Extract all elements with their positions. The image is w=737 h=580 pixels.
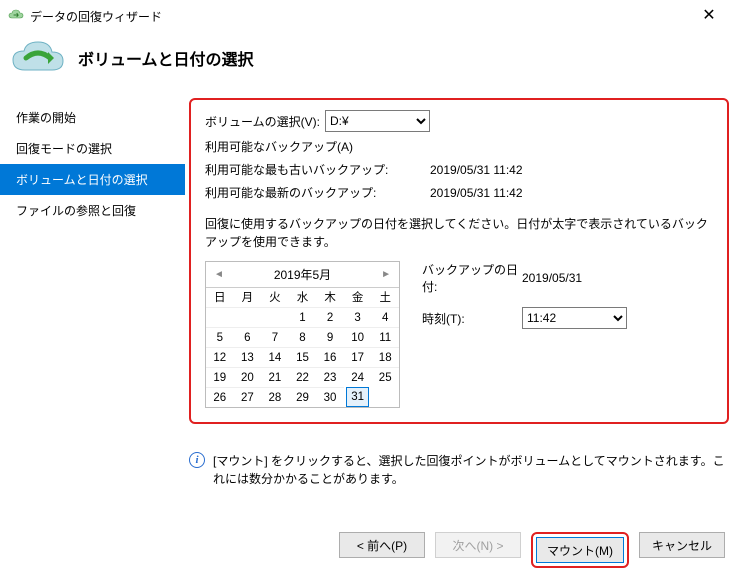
calendar-day[interactable]: 6 (234, 327, 262, 347)
calendar-day[interactable]: 13 (234, 347, 262, 367)
calendar-day[interactable]: 28 (261, 387, 289, 407)
highlighted-section: ボリュームの選択(V): D:¥ 利用可能なバックアップ(A) 利用可能な最も古… (189, 98, 729, 424)
backup-date-label: バックアップの日付: (422, 261, 522, 295)
calendar-day[interactable]: 31 (346, 387, 370, 407)
calendar-day[interactable]: 20 (234, 367, 262, 387)
calendar-day[interactable]: 16 (316, 347, 344, 367)
info-panel: i [マウント] をクリックすると、選択した回復ポイントがボリュームとしてマウン… (189, 452, 729, 488)
sidebar-item-start[interactable]: 作業の開始 (0, 102, 185, 133)
cancel-button[interactable]: キャンセル (639, 532, 725, 558)
sidebar-item-volume-date[interactable]: ボリュームと日付の選択 (0, 164, 185, 195)
oldest-backup-value: 2019/05/31 11:42 (430, 163, 523, 177)
titlebar: データの回復ウィザード ✕ (0, 0, 737, 30)
newest-backup-label: 利用可能な最新のバックアップ: (205, 184, 430, 201)
mount-button[interactable]: マウント(M) (536, 537, 624, 563)
cloud-recovery-icon (10, 38, 66, 78)
time-label: 時刻(T): (422, 310, 522, 327)
calendar-day[interactable]: 29 (289, 387, 317, 407)
calendar-prev-icon[interactable]: ◄ (214, 269, 224, 280)
wizard-buttons: < 前へ(P) 次へ(N) > マウント(M) キャンセル (339, 532, 725, 568)
calendar-day[interactable]: 1 (289, 307, 317, 327)
sidebar-item-files[interactable]: ファイルの参照と回復 (0, 195, 185, 226)
calendar-day[interactable]: 25 (371, 367, 399, 387)
newest-backup-value: 2019/05/31 11:42 (430, 186, 523, 200)
calendar-day[interactable]: 24 (344, 367, 372, 387)
calendar-dow: 金 (344, 287, 372, 307)
calendar-day[interactable]: 26 (206, 387, 234, 407)
calendar-day[interactable]: 21 (261, 367, 289, 387)
calendar-day[interactable]: 18 (371, 347, 399, 367)
calendar-dow: 日 (206, 287, 234, 307)
calendar-dow: 土 (371, 287, 399, 307)
calendar-dow: 木 (316, 287, 344, 307)
calendar-day[interactable]: 4 (371, 307, 399, 327)
calendar-day[interactable]: 23 (316, 367, 344, 387)
sidebar-item-mode[interactable]: 回復モードの選択 (0, 133, 185, 164)
calendar-day[interactable]: 7 (261, 327, 289, 347)
available-backup-label: 利用可能なバックアップ(A) (205, 138, 353, 155)
calendar-day[interactable]: 27 (234, 387, 262, 407)
info-icon: i (189, 452, 205, 468)
next-button: 次へ(N) > (435, 532, 521, 558)
calendar-day[interactable]: 10 (344, 327, 372, 347)
calendar-widget: ◄ 2019年5月 ► 日月火水木金土123456789101112131415… (205, 261, 400, 408)
info-text: [マウント] をクリックすると、選択した回復ポイントがボリュームとしてマウントさ… (213, 452, 729, 488)
calendar-dow: 月 (234, 287, 262, 307)
calendar-month-label: 2019年5月 (224, 266, 381, 283)
window-title: データの回復ウィザード (30, 8, 689, 25)
wizard-main: ボリュームの選択(V): D:¥ 利用可能なバックアップ(A) 利用可能な最も古… (185, 94, 737, 580)
wizard-header: ボリュームと日付の選択 (0, 30, 737, 94)
volume-select[interactable]: D:¥ (325, 110, 430, 132)
calendar-dow: 火 (261, 287, 289, 307)
calendar-day[interactable]: 3 (344, 307, 372, 327)
backup-date-value: 2019/05/31 (522, 271, 582, 285)
calendar-day[interactable]: 15 (289, 347, 317, 367)
back-button[interactable]: < 前へ(P) (339, 532, 425, 558)
calendar-day[interactable]: 2 (316, 307, 344, 327)
calendar-day[interactable]: 9 (316, 327, 344, 347)
volume-label: ボリュームの選択(V): (205, 113, 325, 130)
calendar-day[interactable]: 11 (371, 327, 399, 347)
close-icon[interactable]: ✕ (689, 8, 729, 24)
calendar-day[interactable]: 5 (206, 327, 234, 347)
calendar-day[interactable]: 30 (316, 387, 344, 407)
wizard-sidebar: 作業の開始 回復モードの選択 ボリュームと日付の選択 ファイルの参照と回復 (0, 94, 185, 580)
calendar-day[interactable]: 22 (289, 367, 317, 387)
calendar-next-icon[interactable]: ► (381, 269, 391, 280)
instruction-text: 回復に使用するバックアップの日付を選択してください。日付が太字で表示されているバ… (205, 215, 713, 251)
calendar-day[interactable]: 12 (206, 347, 234, 367)
calendar-dow: 水 (289, 287, 317, 307)
calendar-day[interactable]: 19 (206, 367, 234, 387)
app-icon (8, 8, 24, 24)
calendar-day[interactable]: 17 (344, 347, 372, 367)
mount-button-highlight: マウント(M) (531, 532, 629, 568)
oldest-backup-label: 利用可能な最も古いバックアップ: (205, 161, 430, 178)
time-select[interactable]: 11:42 (522, 307, 627, 329)
page-title: ボリュームと日付の選択 (78, 46, 254, 70)
calendar-day[interactable]: 14 (261, 347, 289, 367)
calendar-day[interactable]: 8 (289, 327, 317, 347)
